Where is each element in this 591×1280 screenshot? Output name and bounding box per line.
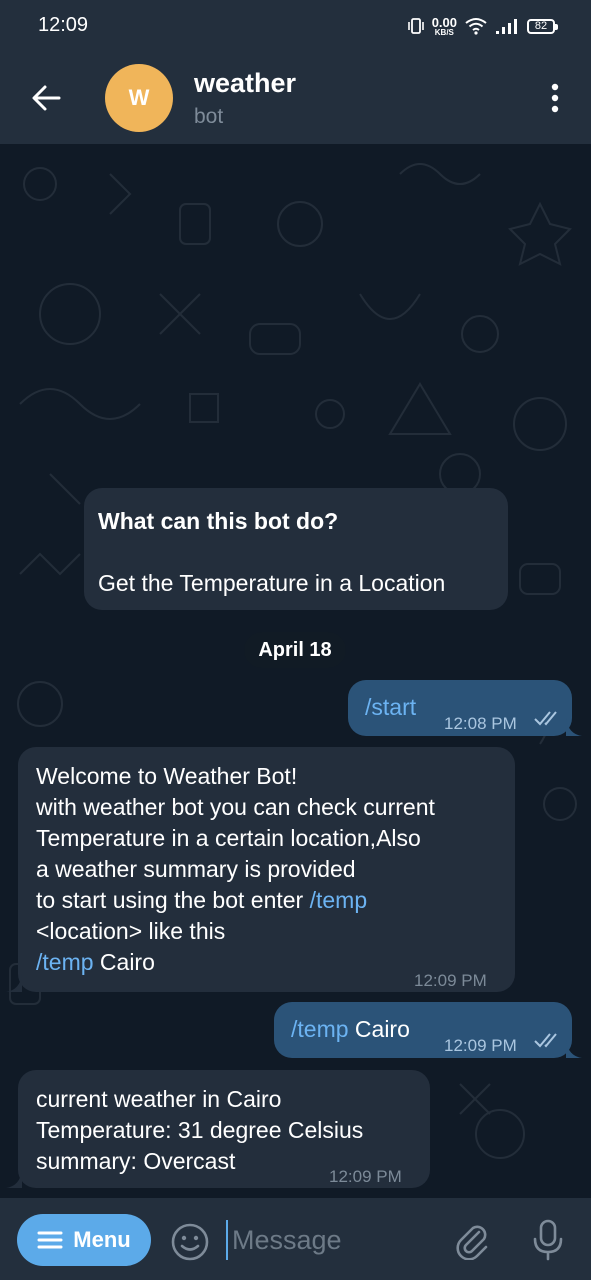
message-bubble-incoming[interactable]: current weather in Cairo Temperature: 31… [18, 1070, 430, 1188]
paperclip-icon [456, 1225, 488, 1261]
message-line: current weather in Cairo [36, 1086, 282, 1112]
menu-label: Menu [73, 1227, 131, 1252]
chat-area[interactable]: What can this bot do? Get the Temperatur… [0, 144, 591, 1198]
bubble-tail [6, 1170, 22, 1188]
command-link[interactable]: /temp [291, 1016, 349, 1042]
message-text: /temp Cairo [291, 1016, 410, 1042]
avatar-letter: W [128, 85, 150, 110]
bot-intro-title: What can this bot do? [98, 508, 339, 534]
message-line: Temperature: 31 degree Celsius [36, 1117, 364, 1143]
status-bar: 12:09 0.00 KB/S 82 [0, 0, 591, 52]
status-time: 12:09 [38, 14, 89, 36]
bubble-tail [6, 974, 22, 992]
status-icons: 0.00 KB/S 82 [407, 13, 558, 39]
message-line: Welcome to Weather Bot! [36, 763, 298, 789]
attach-button[interactable] [452, 1220, 492, 1261]
emoji-button[interactable] [170, 1222, 210, 1262]
voice-message-button[interactable] [530, 1218, 566, 1262]
bubble-tail [566, 718, 582, 736]
signal-icon [496, 19, 517, 34]
double-check-icon [534, 1033, 557, 1048]
message-composer: Menu [0, 1198, 591, 1280]
message-time: 12:08 PM [444, 714, 517, 733]
back-button[interactable] [26, 78, 66, 118]
arrow-left-icon [32, 85, 61, 111]
vibrate-icon [407, 18, 424, 34]
network-speed-value: 0.00 [431, 14, 457, 30]
message-line: to start using the bot enter /temp [36, 887, 368, 913]
message-time: 12:09 PM [329, 1167, 402, 1186]
date-divider: April 18 [244, 632, 346, 668]
network-speed: 0.00 KB/S [432, 16, 457, 37]
message-time: 12:09 PM [444, 1036, 517, 1055]
message-bubble-outgoing[interactable]: /start 12:08 PM [348, 680, 572, 736]
hamburger-icon [37, 1231, 63, 1249]
chat-header: W weather bot [0, 52, 591, 144]
message-time: 12:09 PM [414, 971, 487, 990]
message-text: /start [365, 692, 416, 723]
microphone-icon [533, 1219, 563, 1261]
avatar[interactable]: W [105, 64, 173, 132]
message-line: Temperature in a certain location,Also [36, 825, 421, 851]
chat-title[interactable]: weather [194, 68, 296, 99]
chat-subtitle: bot [194, 105, 224, 128]
battery-level: 82 [534, 20, 548, 32]
double-check-icon [534, 711, 557, 726]
more-vertical-icon [551, 83, 559, 113]
wifi-icon [465, 18, 487, 35]
message-bubble-incoming[interactable]: Welcome to Weather Bot! with weather bot… [18, 747, 515, 992]
network-speed-unit: KB/S [434, 27, 454, 37]
telegram-chat-screen: 12:09 0.00 KB/S 82 W weather bot What ca… [0, 0, 591, 1280]
message-line: with weather bot you can check current [36, 794, 435, 820]
battery-indicator: 82 [527, 18, 558, 34]
bot-menu-button[interactable]: Menu [17, 1214, 151, 1266]
bubble-tail [566, 1040, 582, 1058]
command-link[interactable]: /temp [36, 949, 94, 975]
message-line: a weather summary is provided [36, 856, 356, 882]
message-line: <location> like this [36, 918, 226, 944]
message-input[interactable] [226, 1220, 442, 1260]
bot-intro-card: What can this bot do? Get the Temperatur… [84, 488, 508, 610]
command-link[interactable]: /temp [310, 887, 368, 913]
bot-intro-body: Get the Temperature in a Location [98, 570, 446, 596]
more-options-button[interactable] [545, 80, 565, 116]
message-bubble-outgoing[interactable]: /temp Cairo 12:09 PM [274, 1002, 572, 1058]
command-link[interactable]: /start [365, 694, 416, 720]
smiley-icon [171, 1223, 209, 1261]
